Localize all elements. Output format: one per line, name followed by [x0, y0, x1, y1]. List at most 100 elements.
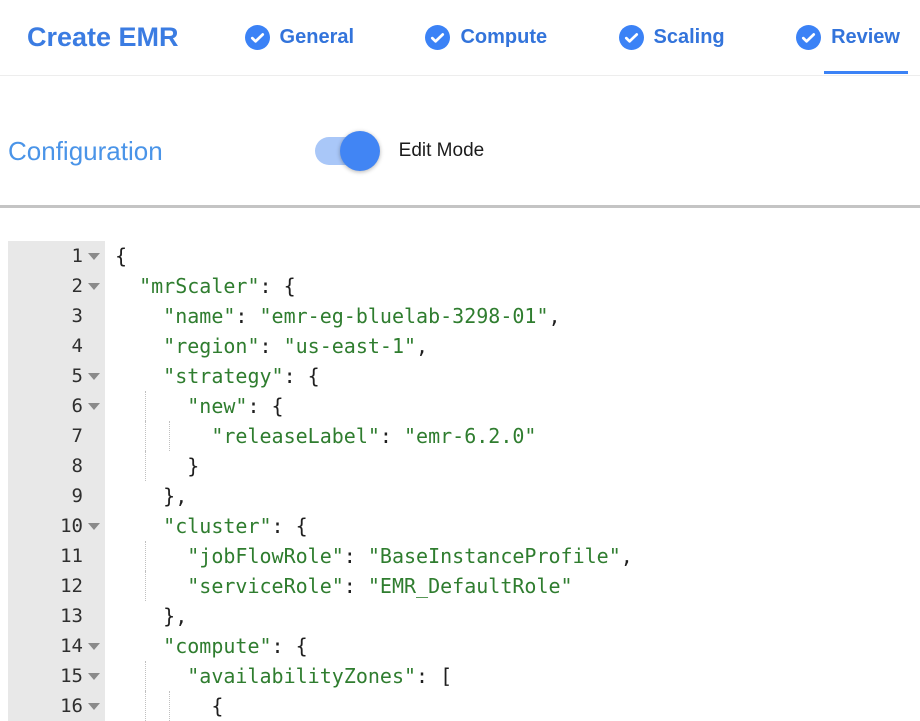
code-line[interactable]: "serviceRole": "EMR_DefaultRole" — [105, 571, 920, 601]
code-line[interactable]: }, — [105, 601, 920, 631]
editor-line: 13 }, — [8, 601, 920, 631]
step-review[interactable]: Review — [796, 0, 900, 75]
line-number: 6 — [8, 391, 105, 421]
json-punctuation-token: : — [380, 424, 404, 448]
fold-slot — [83, 511, 105, 541]
code-line[interactable]: "mrScaler": { — [105, 271, 920, 301]
fold-arrow-icon[interactable] — [88, 703, 100, 710]
json-punctuation-token: : { — [260, 274, 296, 298]
fold-slot — [83, 661, 105, 691]
editor-line: 10 "cluster": { — [8, 511, 920, 541]
step-scaling[interactable]: Scaling — [619, 0, 725, 75]
json-punctuation-token: : { — [247, 394, 283, 418]
line-number: 12 — [8, 571, 105, 601]
configuration-section-header: Configuration Edit Mode — [0, 123, 920, 179]
indent-guide — [145, 421, 146, 451]
json-string-token: "serviceRole" — [187, 574, 344, 598]
page-title: Create EMR — [27, 22, 179, 53]
indent-whitespace — [115, 394, 187, 418]
line-number: 3 — [8, 301, 105, 331]
step-label: General — [280, 26, 354, 49]
fold-arrow-icon[interactable] — [88, 253, 100, 260]
line-number-text: 15 — [60, 661, 83, 691]
fold-slot — [83, 391, 105, 421]
code-line[interactable]: "jobFlowRole": "BaseInstanceProfile", — [105, 541, 920, 571]
line-number-text: 3 — [72, 301, 83, 331]
editor-line: 16 { — [8, 691, 920, 721]
code-line[interactable]: }, — [105, 481, 920, 511]
code-line[interactable]: } — [105, 451, 920, 481]
indent-whitespace — [115, 634, 163, 658]
code-line[interactable]: "region": "us-east-1", — [105, 331, 920, 361]
edit-mode-toggle[interactable] — [315, 137, 377, 165]
json-string-token: "new" — [187, 394, 247, 418]
indent-whitespace — [115, 334, 163, 358]
editor-line: 2 "mrScaler": { — [8, 271, 920, 301]
json-string-token: "releaseLabel" — [211, 424, 380, 448]
indent-guide — [145, 451, 146, 481]
json-string-token: "availabilityZones" — [187, 664, 416, 688]
json-string-token: "emr-eg-bluelab-3298-01" — [260, 304, 549, 328]
code-line[interactable]: "name": "emr-eg-bluelab-3298-01", — [105, 301, 920, 331]
code-line[interactable]: "new": { — [105, 391, 920, 421]
indent-guide — [169, 421, 170, 451]
code-line[interactable]: "strategy": { — [105, 361, 920, 391]
code-line[interactable]: { — [105, 691, 920, 721]
json-punctuation-token: : — [235, 304, 259, 328]
json-string-token: "strategy" — [163, 364, 283, 388]
indent-whitespace — [115, 574, 187, 598]
code-line[interactable]: "compute": { — [105, 631, 920, 661]
fold-slot — [83, 421, 105, 451]
json-string-token: "emr-6.2.0" — [404, 424, 536, 448]
json-string-token: "EMR_DefaultRole" — [368, 574, 573, 598]
fold-arrow-icon[interactable] — [88, 403, 100, 410]
code-line[interactable]: { — [105, 241, 920, 271]
code-line[interactable]: "releaseLabel": "emr-6.2.0" — [105, 421, 920, 451]
line-number-text: 12 — [60, 571, 83, 601]
code-line[interactable]: "cluster": { — [105, 511, 920, 541]
json-punctuation-token: }, — [163, 484, 187, 508]
fold-arrow-icon[interactable] — [88, 673, 100, 680]
json-punctuation-token: , — [549, 304, 561, 328]
fold-arrow-icon[interactable] — [88, 283, 100, 290]
indent-guide — [145, 391, 146, 421]
indent-guide — [145, 541, 146, 571]
indent-whitespace — [115, 424, 211, 448]
fold-arrow-icon[interactable] — [88, 643, 100, 650]
json-punctuation-token: } — [187, 454, 199, 478]
code-line[interactable]: "availabilityZones": [ — [105, 661, 920, 691]
json-punctuation-token: { — [115, 244, 127, 268]
fold-slot — [83, 451, 105, 481]
fold-slot — [83, 241, 105, 271]
json-string-token: "cluster" — [163, 514, 271, 538]
fold-arrow-icon[interactable] — [88, 523, 100, 530]
fold-slot — [83, 301, 105, 331]
line-number-text: 16 — [60, 691, 83, 721]
edit-mode-label: Edit Mode — [399, 140, 485, 162]
create-emr-page: Create EMR General Compute Scaling Review C… — [0, 0, 920, 721]
line-number-text: 4 — [72, 331, 83, 361]
step-label: Review — [831, 26, 900, 49]
json-string-token: "compute" — [163, 634, 271, 658]
indent-whitespace — [115, 664, 187, 688]
line-number: 13 — [8, 601, 105, 631]
indent-whitespace — [115, 454, 187, 478]
line-number-text: 1 — [72, 241, 83, 271]
line-number-text: 8 — [72, 451, 83, 481]
json-editor[interactable]: 1 {2 "mrScaler": {3 "name": "emr-eg-bluel… — [8, 241, 920, 721]
line-number: 16 — [8, 691, 105, 721]
step-compute[interactable]: Compute — [425, 0, 547, 75]
line-number: 9 — [8, 481, 105, 511]
json-punctuation-token: : { — [272, 634, 308, 658]
json-punctuation-token: { — [211, 694, 223, 718]
indent-whitespace — [115, 544, 187, 568]
fold-slot — [83, 691, 105, 721]
configuration-title: Configuration — [8, 136, 163, 167]
line-number: 1 — [8, 241, 105, 271]
fold-arrow-icon[interactable] — [88, 373, 100, 380]
wizard-steps: General Compute Scaling Review — [245, 0, 900, 75]
line-number: 10 — [8, 511, 105, 541]
indent-guide — [169, 691, 170, 721]
step-general[interactable]: General — [245, 0, 354, 75]
indent-guide — [145, 661, 146, 691]
